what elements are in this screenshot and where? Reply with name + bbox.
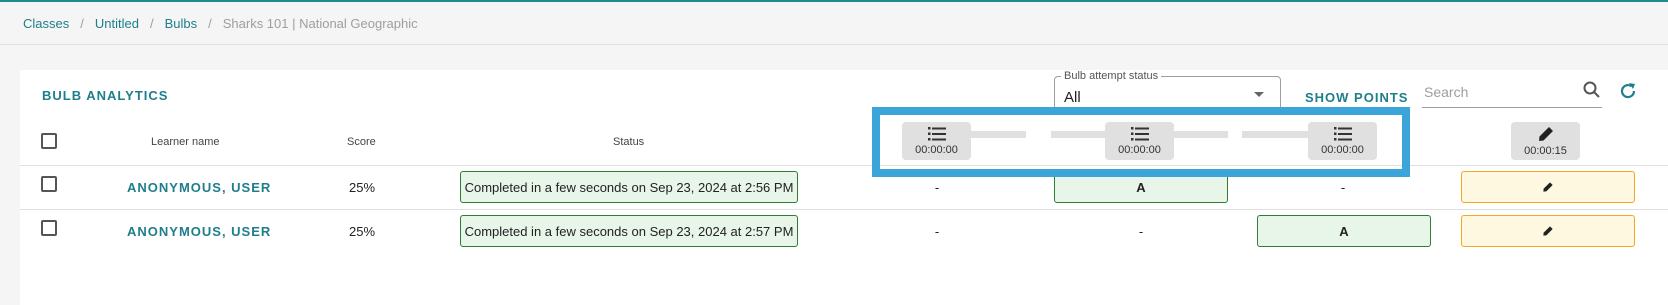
pencil-icon	[1543, 226, 1553, 236]
score-value: 25%	[349, 224, 376, 239]
answer-cell: -	[1340, 180, 1346, 195]
list-icon	[927, 127, 946, 141]
search-input[interactable]	[1422, 80, 1572, 100]
answer-cell[interactable]: A	[1054, 171, 1228, 203]
search-icon[interactable]	[1582, 80, 1602, 100]
breadcrumb-current: Sharks 101 | National Geographic	[222, 16, 418, 31]
bulb-analytics-card: BULB ANALYTICS Bulb attempt status All S…	[20, 70, 1668, 305]
row-divider	[20, 209, 1668, 210]
select-all-checkbox[interactable]	[41, 133, 57, 149]
status-select-value: All	[1064, 89, 1081, 106]
breadcrumb-bulbs-link[interactable]: Bulbs	[165, 16, 198, 31]
question-column-4[interactable]: 00:00:15	[1511, 122, 1580, 160]
row-checkbox[interactable]	[41, 220, 57, 236]
score-header[interactable]: Score	[347, 136, 376, 148]
question-time: 00:00:00	[915, 144, 958, 156]
open-response-cell[interactable]	[1461, 215, 1635, 247]
breadcrumb-separator: /	[149, 16, 154, 31]
header-divider	[0, 44, 1668, 45]
header-divider	[20, 165, 1668, 166]
chevron-down-icon	[1254, 92, 1264, 97]
show-points-button[interactable]: SHOW POINTS	[1305, 90, 1408, 105]
question-time: 00:00:00	[1118, 144, 1161, 156]
status-badge[interactable]: Completed in a few seconds on Sep 23, 20…	[460, 171, 798, 203]
breadcrumb-separator: /	[208, 16, 212, 31]
column-connector	[1174, 131, 1228, 138]
question-column-3[interactable]: 00:00:00	[1308, 122, 1377, 160]
status-select-label: Bulb attempt status	[1061, 70, 1162, 82]
row-checkbox[interactable]	[41, 176, 57, 192]
status-header[interactable]: Status	[613, 136, 644, 148]
column-connector	[1051, 131, 1105, 138]
learner-name-link[interactable]: ANONYMOUS, USER	[127, 180, 271, 195]
question-column-1[interactable]: 00:00:00	[902, 122, 971, 160]
question-time: 00:00:15	[1524, 145, 1567, 157]
search-box	[1422, 80, 1602, 108]
bulb-attempt-status-select[interactable]: Bulb attempt status All	[1054, 70, 1281, 113]
column-connector	[1242, 131, 1308, 138]
answer-cell: -	[934, 224, 940, 239]
pencil-icon	[1538, 127, 1553, 141]
answer-cell[interactable]: A	[1257, 215, 1431, 247]
learner-name-header[interactable]: Learner name	[151, 136, 220, 148]
list-icon	[1130, 127, 1149, 141]
list-icon	[1333, 127, 1352, 141]
score-value: 25%	[349, 180, 376, 195]
column-connector	[971, 131, 1026, 138]
breadcrumb-untitled-link[interactable]: Untitled	[95, 16, 139, 31]
breadcrumb-separator: /	[80, 16, 84, 31]
open-response-cell[interactable]	[1461, 171, 1635, 203]
answer-cell: -	[934, 180, 940, 195]
status-badge[interactable]: Completed in a few seconds on Sep 23, 20…	[460, 215, 798, 247]
learner-name-link[interactable]: ANONYMOUS, USER	[127, 224, 271, 239]
refresh-icon[interactable]	[1618, 81, 1638, 101]
question-column-2[interactable]: 00:00:00	[1105, 122, 1174, 160]
breadcrumb: Classes / Untitled / Bulbs / Sharks 101 …	[23, 16, 418, 31]
question-time: 00:00:00	[1321, 144, 1364, 156]
page-title: BULB ANALYTICS	[42, 88, 169, 103]
breadcrumb-classes-link[interactable]: Classes	[23, 16, 69, 31]
answer-cell: -	[1138, 224, 1144, 239]
pencil-icon	[1543, 182, 1553, 192]
